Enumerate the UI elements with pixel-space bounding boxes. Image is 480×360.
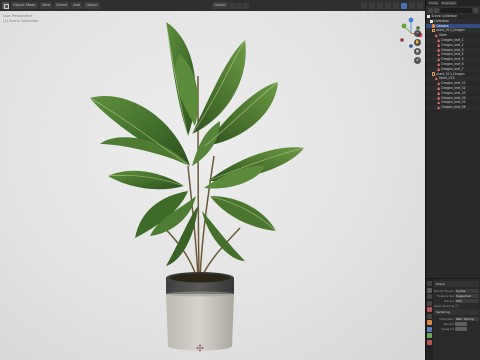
osl-label: Open Shading Language [434, 303, 454, 308]
filter-icon[interactable] [473, 7, 478, 13]
object-mode-dropdown[interactable]: Object Mode [11, 2, 38, 9]
mesh-icon [437, 91, 441, 95]
render-tab-icon[interactable] [427, 287, 432, 293]
properties-tabs [426, 279, 433, 360]
viewport-samples-label: Viewport [441, 326, 454, 331]
device-dropdown[interactable]: CPU [455, 298, 479, 303]
3d-viewport[interactable]: Object Mode View Select Add Object Globa… [0, 0, 425, 360]
mesh-icon [437, 62, 441, 67]
plant-leaves [90, 22, 304, 266]
mesh-icon [434, 77, 438, 81]
feature-set-label: Feature Set [437, 293, 454, 298]
mesh-icon [437, 96, 441, 100]
transform-orientation-dropdown[interactable]: Global [212, 2, 228, 9]
mesh-icon [437, 67, 441, 71]
menu-view[interactable]: View [39, 2, 53, 9]
outliner-search-input[interactable] [440, 7, 472, 13]
feature-set-dropdown[interactable]: Supported [455, 293, 479, 298]
viewport-info-text: User Perspective (1) Scene Collection [3, 14, 38, 24]
mesh-icon [437, 57, 441, 62]
render-engine-label: Render Engine [434, 288, 454, 293]
render-engine-dropdown[interactable]: Cycles [455, 288, 479, 293]
shading-solid-icon[interactable] [401, 2, 408, 9]
integrator-label: Integrator [439, 316, 454, 321]
device-label: Device [444, 298, 454, 303]
outliner-editor-icon[interactable] [428, 7, 433, 13]
gizmo-y-icon [401, 23, 407, 29]
plant-model[interactable] [80, 16, 320, 356]
tool-tab-icon[interactable] [427, 281, 432, 286]
view-layer-selector[interactable]: ViewLayer [440, 1, 457, 5]
view-collection-label: (1) Scene Collection [3, 19, 39, 23]
object-tab-icon[interactable] [427, 320, 432, 325]
mesh-icon [437, 38, 441, 43]
ortho-grid-icon[interactable]: # [414, 57, 421, 64]
empty-icon [432, 72, 436, 76]
snap-icon[interactable] [235, 2, 242, 9]
mesh-icon [437, 101, 441, 105]
viewport-samples-field[interactable] [455, 326, 467, 331]
shading-material-icon[interactable] [409, 2, 416, 9]
mesh-icon [437, 43, 441, 47]
material-tab-icon[interactable] [427, 339, 432, 345]
outliner-row-label: Dragon_leaf_06 [441, 105, 466, 110]
empty-icon [432, 29, 436, 33]
properties-panel: Scene Render Engine Cycles Feature Set S… [426, 278, 480, 360]
world-tab-icon[interactable] [427, 313, 432, 319]
outliner-header [426, 6, 480, 14]
menu-select[interactable]: Select [54, 2, 70, 9]
proportional-edit-icon[interactable] [242, 2, 249, 9]
properties-body: Scene Render Engine Cycles Feature Set S… [433, 279, 480, 360]
mesh-icon [437, 81, 441, 86]
gizmo-toggle-icon[interactable] [369, 2, 376, 9]
data-tab-icon[interactable] [427, 333, 432, 338]
mesh-icon [437, 48, 441, 52]
outliner-panel[interactable]: Scene Collection Collection Camera plant_01… [426, 6, 480, 278]
menu-object[interactable]: Object [84, 2, 100, 9]
outliner-tree: Scene Collection Collection Camera plant_01… [426, 14, 480, 110]
output-tab-icon[interactable] [427, 294, 432, 299]
gizmo-z-icon [408, 17, 414, 23]
editor-type-icon[interactable] [2, 2, 9, 9]
scene-tab-icon[interactable] [427, 307, 432, 312]
zoom-icon[interactable]: + [414, 30, 421, 37]
menu-add[interactable]: Add [71, 2, 83, 9]
collection-icon [429, 19, 433, 23]
render-samples-field[interactable] [455, 321, 467, 326]
view-layer-tab-icon[interactable] [427, 300, 432, 306]
camera-view-icon[interactable]: ▣ [414, 48, 421, 55]
scene-selector[interactable]: Scene [428, 1, 439, 5]
render-samples-label: Render [443, 321, 454, 326]
shading-rendered-icon[interactable] [417, 2, 424, 9]
mesh-icon [434, 33, 438, 38]
navigation-tools: + ✋ ▣ # [414, 30, 421, 64]
mesh-icon [437, 53, 441, 57]
scene-section-header[interactable]: Scene [434, 281, 479, 287]
object-icon [432, 24, 436, 28]
right-sidebar: Scene ViewLayer Scene Collection Collecti… [425, 0, 480, 360]
osl-checkbox[interactable] [455, 303, 459, 308]
visibility-icon[interactable] [361, 2, 368, 9]
overlay-icon[interactable] [377, 2, 384, 9]
plant-pot [166, 272, 234, 351]
sampling-section-header[interactable]: Sampling [434, 309, 479, 315]
viewport-header: Object Mode View Select Add Object Globa… [0, 0, 425, 11]
integrator-dropdown[interactable]: Path Tracing [455, 316, 479, 321]
mesh-icon [437, 105, 441, 110]
mesh-icon [437, 86, 441, 91]
modifier-tab-icon[interactable] [427, 326, 432, 332]
pivot-icon[interactable] [228, 2, 235, 9]
pan-hand-icon[interactable]: ✋ [414, 39, 421, 46]
xray-icon[interactable] [385, 2, 392, 9]
collection-icon [427, 14, 431, 19]
display-mode-icon[interactable] [434, 7, 439, 13]
outliner-row[interactable]: Dragon_leaf_06 [426, 105, 480, 110]
shading-wireframe-icon[interactable] [393, 2, 400, 9]
